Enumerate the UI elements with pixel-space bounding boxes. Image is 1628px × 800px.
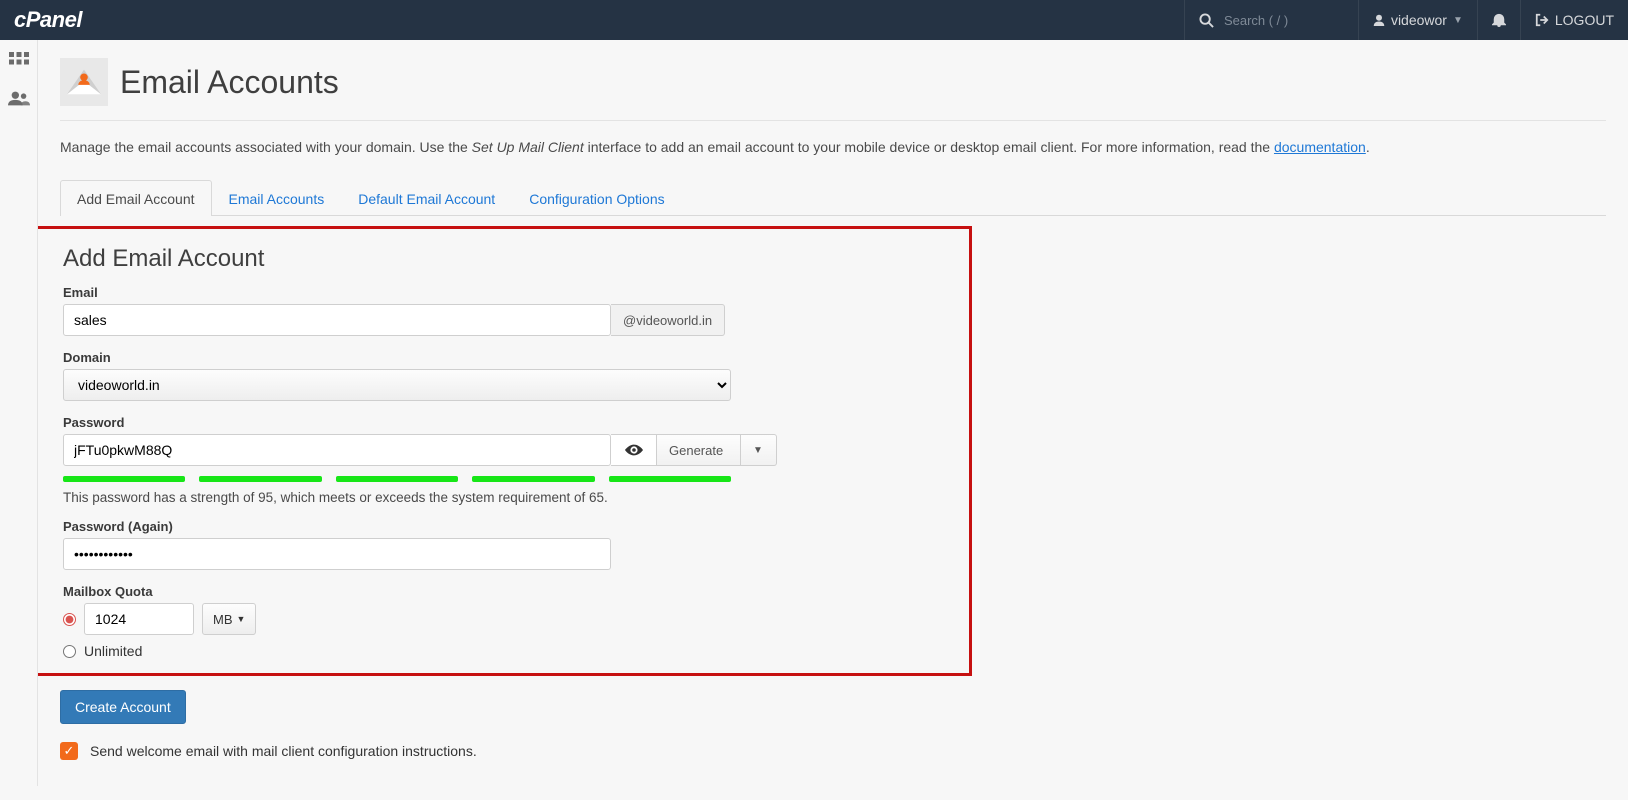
- check-icon: ✓: [64, 743, 75, 759]
- tab-strip: Add Email Account Email Accounts Default…: [60, 179, 1606, 216]
- password-again-input[interactable]: [63, 538, 611, 570]
- page-header: Email Accounts: [60, 52, 1606, 121]
- tab-add-email-account[interactable]: Add Email Account: [60, 180, 212, 216]
- welcome-email-checkbox[interactable]: ✓: [60, 742, 78, 760]
- cpanel-logo: cPanel: [0, 7, 96, 33]
- bell-icon: [1492, 13, 1506, 27]
- user-icon: [1373, 14, 1385, 26]
- create-account-button[interactable]: Create Account: [60, 690, 186, 724]
- tab-default-email[interactable]: Default Email Account: [341, 180, 512, 216]
- user-name: videowor: [1391, 12, 1447, 28]
- caret-down-icon: ▼: [237, 614, 246, 624]
- generate-password-button[interactable]: Generate: [657, 434, 741, 466]
- quota-unit-dropdown[interactable]: MB ▼: [202, 603, 256, 635]
- caret-down-icon: ▼: [753, 445, 763, 456]
- add-email-form: Add Email Account Email @videoworld.in D…: [34, 226, 972, 676]
- logout-label: LOGOUT: [1555, 12, 1614, 28]
- page-title: Email Accounts: [120, 64, 339, 101]
- password-again-label: Password (Again): [63, 519, 965, 534]
- toggle-password-visibility[interactable]: [611, 434, 657, 466]
- apps-grid-icon[interactable]: [9, 52, 29, 72]
- password-strength-meter: [63, 476, 731, 482]
- users-icon[interactable]: [8, 90, 30, 106]
- panel-title: Add Email Account: [63, 245, 965, 273]
- domain-select[interactable]: videoworld.in: [63, 369, 731, 401]
- password-input[interactable]: [63, 434, 611, 466]
- email-domain-addon: @videoworld.in: [611, 304, 725, 336]
- top-nav: cPanel videowor ▼ LOGOUT: [0, 0, 1628, 40]
- quota-size-input[interactable]: [84, 603, 194, 635]
- quota-unlimited-label: Unlimited: [84, 643, 142, 659]
- email-accounts-icon: [60, 58, 108, 106]
- generate-password-dropdown[interactable]: ▼: [741, 434, 777, 466]
- user-menu[interactable]: videowor ▼: [1358, 0, 1477, 40]
- search-icon: [1199, 13, 1214, 28]
- left-rail: [0, 40, 38, 786]
- search-input[interactable]: [1224, 13, 1344, 28]
- welcome-email-label: Send welcome email with mail client conf…: [90, 743, 477, 759]
- tab-email-accounts[interactable]: Email Accounts: [212, 180, 342, 216]
- intro-text: Manage the email accounts associated wit…: [60, 121, 1606, 179]
- quota-size-radio[interactable]: [63, 613, 76, 626]
- eye-icon: [625, 444, 643, 456]
- email-input[interactable]: [63, 304, 611, 336]
- logout-button[interactable]: LOGOUT: [1520, 0, 1628, 40]
- chevron-down-icon: ▼: [1453, 15, 1463, 26]
- email-label: Email: [63, 285, 965, 300]
- quota-unlimited-radio[interactable]: [63, 645, 76, 658]
- notifications-button[interactable]: [1477, 0, 1520, 40]
- tab-config-options[interactable]: Configuration Options: [512, 180, 681, 216]
- password-label: Password: [63, 415, 965, 430]
- quota-label: Mailbox Quota: [63, 584, 965, 599]
- search-container[interactable]: [1184, 0, 1358, 40]
- logout-icon: [1535, 13, 1549, 27]
- password-strength-text: This password has a strength of 95, whic…: [63, 490, 965, 505]
- documentation-link[interactable]: documentation: [1274, 139, 1366, 155]
- domain-label: Domain: [63, 350, 965, 365]
